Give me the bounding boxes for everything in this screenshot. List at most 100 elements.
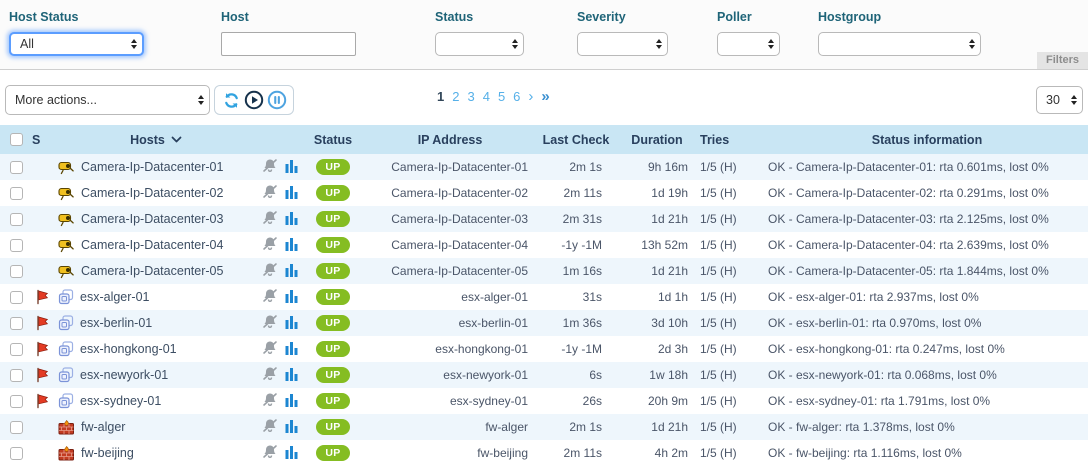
host-name-link[interactable]: fw-beijing bbox=[81, 446, 134, 460]
row-checkbox[interactable] bbox=[10, 395, 23, 408]
table-row: Camera-Ip-Datacenter-01 UP Camera-Ip-Dat… bbox=[0, 154, 1088, 180]
performance-graph-icon[interactable] bbox=[285, 341, 299, 358]
host-name-link[interactable]: esx-sydney-01 bbox=[80, 394, 161, 408]
performance-graph-icon[interactable] bbox=[285, 211, 299, 228]
last-check: 2m 11s bbox=[538, 440, 614, 466]
performance-graph-icon[interactable] bbox=[285, 445, 299, 462]
ip-address: esx-berlin-01 bbox=[362, 310, 538, 336]
performance-graph-icon[interactable] bbox=[285, 237, 299, 254]
status-select[interactable] bbox=[435, 32, 524, 56]
notifications-disabled-icon bbox=[262, 236, 278, 255]
page-link-4[interactable]: 4 bbox=[483, 89, 490, 104]
row-checkbox[interactable] bbox=[10, 343, 23, 356]
row-checkbox[interactable] bbox=[10, 447, 23, 460]
performance-graph-icon[interactable] bbox=[285, 263, 299, 280]
row-checkbox[interactable] bbox=[10, 369, 23, 382]
ip-address: esx-hongkong-01 bbox=[362, 336, 538, 362]
performance-graph-icon[interactable] bbox=[285, 159, 299, 176]
performance-graph-icon[interactable] bbox=[285, 185, 299, 202]
performance-graph-icon[interactable] bbox=[285, 289, 299, 306]
host-name-link[interactable]: Camera-Ip-Datacenter-03 bbox=[81, 212, 223, 226]
header-hosts[interactable]: Hosts bbox=[56, 133, 256, 147]
host-input[interactable] bbox=[221, 32, 356, 56]
page-link-2[interactable]: 2 bbox=[452, 89, 459, 104]
row-checkbox[interactable] bbox=[10, 187, 23, 200]
status-badge: UP bbox=[316, 289, 349, 306]
host-name-link[interactable]: Camera-Ip-Datacenter-01 bbox=[81, 160, 223, 174]
row-checkbox[interactable] bbox=[10, 317, 23, 330]
performance-graph-icon[interactable] bbox=[285, 367, 299, 384]
page-link-6[interactable]: 6 bbox=[513, 89, 520, 104]
notifications-disabled-icon bbox=[262, 158, 278, 177]
row-checkbox[interactable] bbox=[10, 291, 23, 304]
tries: 1/5 (H) bbox=[700, 154, 766, 180]
tries: 1/5 (H) bbox=[700, 232, 766, 258]
poller-select[interactable] bbox=[717, 32, 780, 56]
host-name-link[interactable]: fw-alger bbox=[81, 420, 125, 434]
page-link-1[interactable]: 1 bbox=[437, 89, 444, 104]
severity-select[interactable] bbox=[577, 32, 668, 56]
header-last-check: Last Check bbox=[538, 133, 614, 147]
status-badge: UP bbox=[316, 341, 349, 358]
filters-tab[interactable]: Filters bbox=[1037, 52, 1088, 69]
last-check: 6s bbox=[538, 362, 614, 388]
notifications-disabled-icon bbox=[262, 314, 278, 333]
host-name-link[interactable]: Camera-Ip-Datacenter-04 bbox=[81, 238, 223, 252]
select-all-checkbox[interactable] bbox=[10, 133, 23, 146]
tries: 1/5 (H) bbox=[700, 180, 766, 206]
notifications-disabled-icon bbox=[262, 444, 278, 463]
host-name-link[interactable]: esx-berlin-01 bbox=[80, 316, 152, 330]
host-name-link[interactable]: Camera-Ip-Datacenter-05 bbox=[81, 264, 223, 278]
poller-label: Poller bbox=[717, 10, 780, 24]
last-check: 1m 36s bbox=[538, 310, 614, 336]
severity-label: Severity bbox=[577, 10, 668, 24]
next-page-icon[interactable]: › bbox=[528, 89, 533, 104]
status-information: OK - esx-newyork-01: rta 0.068ms, lost 0… bbox=[766, 362, 1088, 388]
last-check: 2m 11s bbox=[538, 180, 614, 206]
host-name-link[interactable]: Camera-Ip-Datacenter-02 bbox=[81, 186, 223, 200]
duration: 3d 10h bbox=[614, 310, 700, 336]
more-actions-select[interactable]: More actions... bbox=[5, 85, 210, 115]
table-row: esx-berlin-01 UP esx-berlin-01 1m 36s 3 bbox=[0, 310, 1088, 336]
ip-address: Camera-Ip-Datacenter-02 bbox=[362, 180, 538, 206]
host-table-body: Camera-Ip-Datacenter-01 UP Camera-Ip-Dat… bbox=[0, 154, 1088, 466]
performance-graph-icon[interactable] bbox=[285, 315, 299, 332]
status-information: OK - esx-hongkong-01: rta 0.247ms, lost … bbox=[766, 336, 1088, 362]
performance-graph-icon[interactable] bbox=[285, 393, 299, 410]
hostgroup-select[interactable] bbox=[818, 32, 981, 56]
status-information: OK - Camera-Ip-Datacenter-05: rta 1.844m… bbox=[766, 258, 1088, 284]
refresh-icon[interactable] bbox=[221, 90, 241, 110]
status-information: OK - fw-alger: rta 1.378ms, lost 0% bbox=[766, 414, 1088, 440]
host-status-select[interactable]: All bbox=[9, 32, 144, 56]
header-severity: S bbox=[32, 133, 56, 147]
header-ip: IP Address bbox=[362, 133, 538, 147]
status-badge: UP bbox=[316, 237, 349, 254]
last-check: -1y -1M bbox=[538, 336, 614, 362]
host-name-link[interactable]: esx-newyork-01 bbox=[80, 368, 168, 382]
page-link-5[interactable]: 5 bbox=[498, 89, 505, 104]
row-checkbox[interactable] bbox=[10, 161, 23, 174]
notifications-disabled-icon bbox=[262, 210, 278, 229]
performance-graph-icon[interactable] bbox=[285, 419, 299, 436]
play-icon[interactable] bbox=[244, 90, 264, 110]
virtual-machine-icon bbox=[58, 393, 74, 409]
status-information: OK - esx-berlin-01: rta 0.970ms, lost 0% bbox=[766, 310, 1088, 336]
notifications-disabled-icon bbox=[262, 288, 278, 307]
row-checkbox[interactable] bbox=[10, 421, 23, 434]
per-page-select[interactable]: 30 bbox=[1036, 86, 1083, 114]
ip-address: Camera-Ip-Datacenter-04 bbox=[362, 232, 538, 258]
pagination: 123456 › » bbox=[437, 89, 550, 104]
pause-icon[interactable] bbox=[267, 90, 287, 110]
page-link-3[interactable]: 3 bbox=[467, 89, 474, 104]
host-name-link[interactable]: esx-hongkong-01 bbox=[80, 342, 177, 356]
host-name-link[interactable]: esx-alger-01 bbox=[80, 290, 149, 304]
tries: 1/5 (H) bbox=[700, 284, 766, 310]
flag-icon bbox=[35, 315, 50, 331]
select-arrows-icon bbox=[131, 39, 137, 50]
row-checkbox[interactable] bbox=[10, 213, 23, 226]
last-page-icon[interactable]: » bbox=[541, 89, 549, 104]
host-label: Host bbox=[221, 10, 356, 24]
row-checkbox[interactable] bbox=[10, 265, 23, 278]
row-checkbox[interactable] bbox=[10, 239, 23, 252]
ip-address: esx-alger-01 bbox=[362, 284, 538, 310]
